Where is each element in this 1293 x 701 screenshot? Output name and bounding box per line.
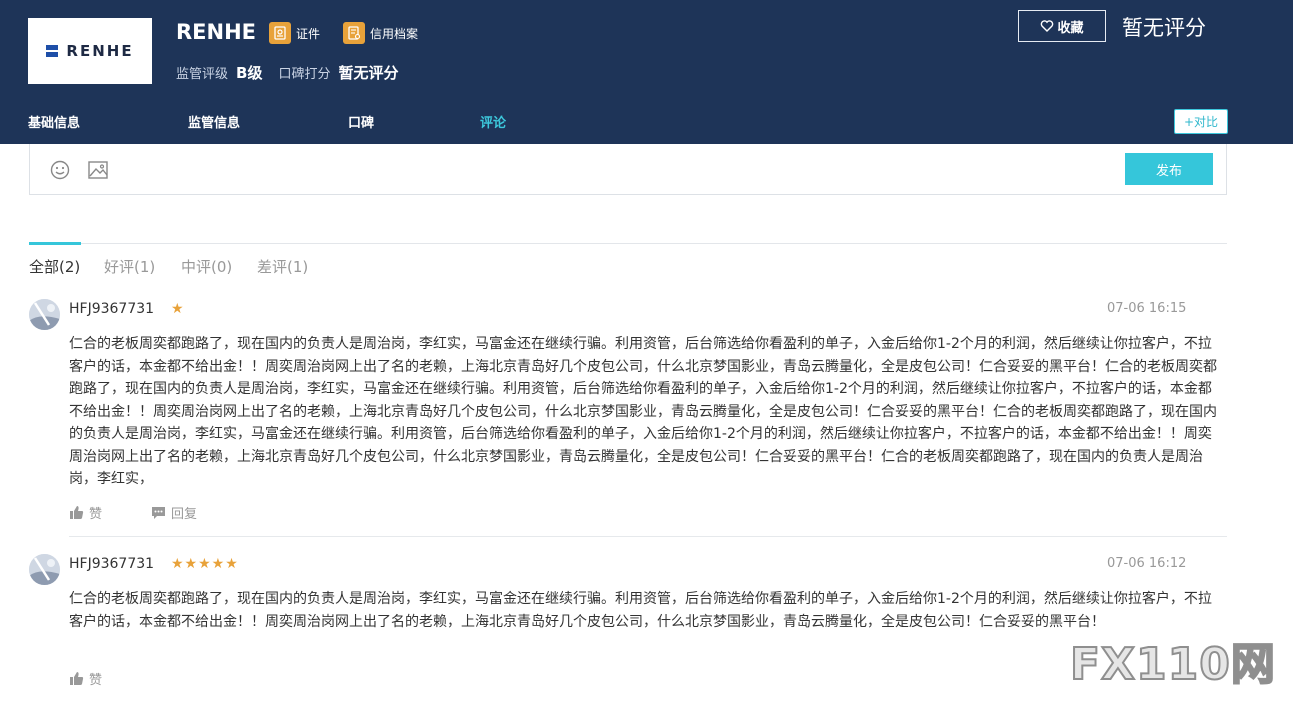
reputation-value: 暂无评分	[338, 64, 399, 82]
logo-mark-icon	[46, 45, 59, 57]
thumbs-up-icon	[70, 672, 84, 685]
favorite-label: 收藏	[1057, 20, 1084, 36]
review-time: 07-06 16:15	[1107, 301, 1187, 316]
filter-tab-neutral[interactable]: 中评(0)	[181, 256, 232, 277]
reply-label: 回复	[171, 507, 198, 522]
rating-row: 监管评级 B级 口碑打分 暂无评分	[176, 62, 414, 83]
review-text: 仁合的老板周奕都跑路了，现在国内的负责人是周治岗，李红实，马富金还在继续行骗。利…	[69, 591, 1212, 630]
thumbs-up-icon	[70, 506, 84, 519]
filter-tabs-divider	[29, 243, 1227, 244]
review-time: 07-06 16:12	[1107, 556, 1187, 571]
filter-tab-positive[interactable]: 好评(1)	[104, 256, 155, 277]
reputation-label: 口碑打分	[278, 67, 331, 82]
compare-button[interactable]: +对比	[1174, 109, 1228, 134]
regulation-label: 监管评级	[176, 67, 229, 82]
avatar[interactable]	[29, 554, 60, 585]
logo-text: RENHE	[66, 42, 134, 60]
certificate-label: 证件	[296, 26, 321, 41]
comment-editor	[29, 144, 1227, 195]
certificate-icon	[269, 22, 291, 44]
tab-comments[interactable]: 评论	[480, 112, 506, 131]
filter-tab-all[interactable]: 全部(2)	[29, 256, 80, 277]
review-divider	[69, 536, 1227, 537]
broker-logo: RENHE	[28, 18, 152, 84]
avatar-image-icon	[29, 299, 60, 330]
tab-nav: 基础信息 监管信息 口碑 评论	[0, 112, 1293, 134]
reply-button[interactable]: 回复	[151, 503, 197, 522]
review-username[interactable]: HFJ9367731	[69, 301, 154, 317]
emoji-icon[interactable]	[49, 159, 71, 181]
avatar-image-icon	[29, 554, 60, 585]
broker-header: RENHE RENHE 证件 信用档案 监管评级 B级 口碑打分 暂无评分 收藏…	[0, 0, 1293, 144]
filter-tab-negative[interactable]: 差评(1)	[257, 256, 308, 277]
avatar[interactable]	[29, 299, 60, 330]
review-stars: ★	[171, 301, 185, 317]
like-label: 赞	[89, 673, 103, 688]
like-button[interactable]: 赞	[69, 503, 102, 522]
regulation-value: B级	[236, 64, 263, 82]
heart-icon	[1041, 20, 1054, 32]
credit-file-badge[interactable]: 信用档案	[343, 21, 418, 45]
tab-regulation-info[interactable]: 监管信息	[188, 112, 240, 131]
credit-file-icon	[343, 22, 365, 44]
review-item: HFJ9367731 ★★★★★ 07-06 16:12 仁合的老板周奕都跑路了…	[29, 554, 1227, 694]
broker-name: RENHE	[176, 20, 257, 44]
review-stars: ★★★★★	[171, 556, 239, 572]
comment-icon	[152, 507, 165, 519]
favorite-button[interactable]: 收藏	[1018, 10, 1106, 42]
tab-basic-info[interactable]: 基础信息	[28, 112, 80, 131]
certificate-badge[interactable]: 证件	[269, 21, 320, 45]
publish-button[interactable]: 发布	[1125, 153, 1213, 185]
like-button[interactable]: 赞	[69, 669, 102, 688]
site-watermark: FX110网	[1069, 638, 1276, 691]
tab-reputation[interactable]: 口碑	[348, 112, 374, 131]
like-label: 赞	[89, 507, 103, 522]
image-icon[interactable]	[87, 159, 109, 181]
review-text: 仁合的老板周奕都跑路了，现在国内的负责人是周治岗，李红实，马富金还在继续行骗。利…	[69, 336, 1217, 487]
review-username[interactable]: HFJ9367731	[69, 556, 154, 572]
review-item: HFJ9367731 ★ 07-06 16:15 仁合的老板周奕都跑路了，现在国…	[29, 299, 1227, 529]
credit-file-label: 信用档案	[370, 26, 419, 41]
overall-score: 暂无评分	[1122, 16, 1206, 40]
filter-tab-indicator	[29, 242, 81, 245]
